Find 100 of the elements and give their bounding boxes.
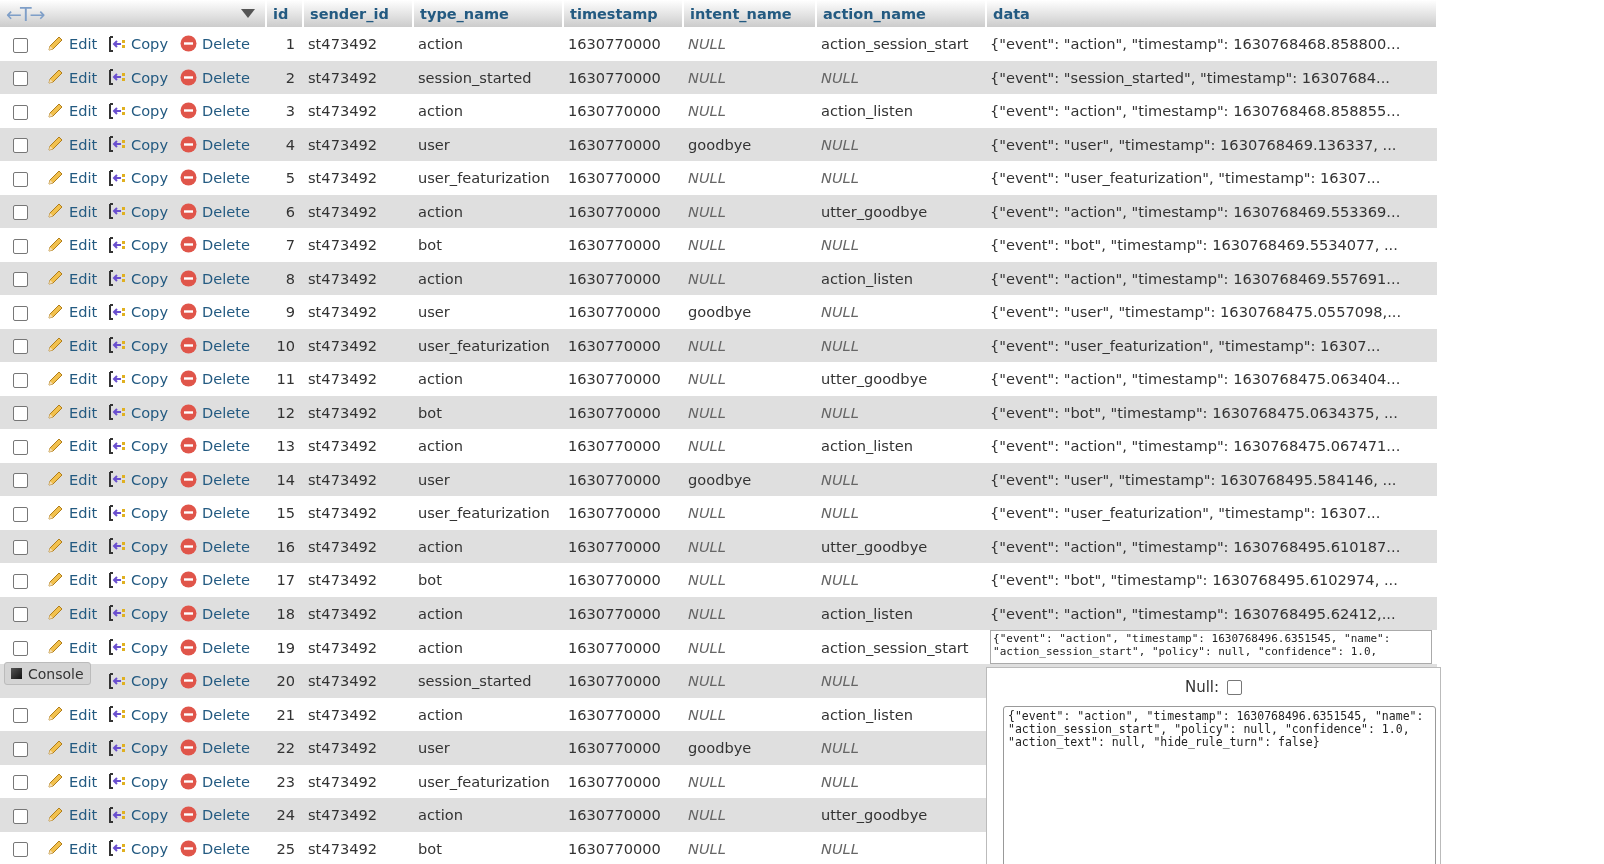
edit-link[interactable]: Edit xyxy=(69,604,98,622)
copy-icon[interactable] xyxy=(108,101,126,120)
delete-link[interactable]: Delete xyxy=(202,638,250,656)
row-checkbox[interactable] xyxy=(13,842,28,857)
delete-icon[interactable] xyxy=(180,403,197,421)
pencil-icon[interactable] xyxy=(46,839,64,858)
copy-link[interactable]: Copy xyxy=(131,672,169,690)
edit-link[interactable]: Edit xyxy=(69,403,98,421)
pencil-icon[interactable] xyxy=(46,202,64,221)
copy-icon[interactable] xyxy=(108,671,126,690)
edit-link[interactable]: Edit xyxy=(69,269,98,287)
copy-icon[interactable] xyxy=(108,34,126,53)
row-checkbox[interactable] xyxy=(13,272,28,287)
delete-icon[interactable] xyxy=(180,437,197,455)
delete-icon[interactable] xyxy=(180,169,197,187)
row-checkbox[interactable] xyxy=(13,439,28,455)
edit-link[interactable]: Edit xyxy=(69,303,98,321)
delete-link[interactable]: Delete xyxy=(202,806,250,824)
edit-link[interactable]: Edit xyxy=(69,839,98,857)
copy-link[interactable]: Copy xyxy=(131,236,169,254)
edit-link[interactable]: Edit xyxy=(69,68,98,86)
delete-icon[interactable] xyxy=(180,739,197,757)
delete-link[interactable]: Delete xyxy=(202,370,250,388)
copy-icon[interactable] xyxy=(108,269,126,288)
delete-icon[interactable] xyxy=(180,68,197,86)
edit-link[interactable]: Edit xyxy=(69,135,98,153)
pencil-icon[interactable] xyxy=(46,570,64,589)
delete-link[interactable]: Delete xyxy=(202,705,250,723)
pencil-icon[interactable] xyxy=(46,269,64,288)
row-checkbox[interactable] xyxy=(13,305,28,321)
copy-link[interactable]: Copy xyxy=(131,806,169,824)
copy-link[interactable]: Copy xyxy=(131,470,169,488)
delete-icon[interactable] xyxy=(180,269,197,287)
column-header[interactable]: data xyxy=(993,5,1030,22)
edit-link[interactable]: Edit xyxy=(69,470,98,488)
delete-link[interactable]: Delete xyxy=(202,269,250,287)
delete-icon[interactable] xyxy=(180,638,197,656)
delete-link[interactable]: Delete xyxy=(202,336,250,354)
sort-caret-icon[interactable] xyxy=(241,9,255,18)
row-checkbox[interactable] xyxy=(13,104,28,120)
copy-link[interactable]: Copy xyxy=(131,772,169,790)
pencil-icon[interactable] xyxy=(46,470,64,489)
null-checkbox[interactable] xyxy=(1227,679,1243,695)
pencil-icon[interactable] xyxy=(46,168,64,187)
delete-icon[interactable] xyxy=(180,537,197,555)
copy-icon[interactable] xyxy=(108,168,126,187)
copy-icon[interactable] xyxy=(108,369,126,388)
copy-link[interactable]: Copy xyxy=(131,303,169,321)
copy-icon[interactable] xyxy=(108,805,126,824)
delete-link[interactable]: Delete xyxy=(202,403,250,421)
delete-link[interactable]: Delete xyxy=(202,202,250,220)
row-checkbox[interactable] xyxy=(13,37,28,53)
copy-icon[interactable] xyxy=(108,537,126,556)
edit-link[interactable]: Edit xyxy=(69,35,98,53)
pencil-icon[interactable] xyxy=(46,738,64,757)
delete-link[interactable]: Delete xyxy=(202,839,250,857)
delete-link[interactable]: Delete xyxy=(202,537,250,555)
pencil-icon[interactable] xyxy=(46,436,64,455)
copy-link[interactable]: Copy xyxy=(131,370,169,388)
delete-link[interactable]: Delete xyxy=(202,604,250,622)
edit-link[interactable]: Edit xyxy=(69,638,98,656)
delete-link[interactable]: Delete xyxy=(202,169,250,187)
row-checkbox[interactable] xyxy=(13,138,28,153)
copy-link[interactable]: Copy xyxy=(131,638,169,656)
copy-icon[interactable] xyxy=(108,302,126,321)
pencil-icon[interactable] xyxy=(46,235,64,254)
copy-link[interactable]: Copy xyxy=(131,604,169,622)
delete-icon[interactable] xyxy=(180,504,197,522)
edit-link[interactable]: Edit xyxy=(69,169,98,187)
edit-link[interactable]: Edit xyxy=(69,772,98,790)
edit-link[interactable]: Edit xyxy=(69,202,98,220)
delete-icon[interactable] xyxy=(180,135,197,153)
copy-link[interactable]: Copy xyxy=(131,437,169,455)
copy-icon[interactable] xyxy=(108,638,126,656)
row-checkbox[interactable] xyxy=(13,741,28,757)
delete-icon[interactable] xyxy=(180,604,197,622)
pencil-icon[interactable] xyxy=(46,805,64,824)
pencil-icon[interactable] xyxy=(46,537,64,556)
copy-link[interactable]: Copy xyxy=(131,269,169,287)
copy-icon[interactable] xyxy=(108,436,126,455)
delete-link[interactable]: Delete xyxy=(202,68,250,86)
copy-link[interactable]: Copy xyxy=(131,202,169,220)
row-checkbox[interactable] xyxy=(13,573,28,589)
value-textarea[interactable]: {"event": "action", "timestamp": 1630768496.6351545, "name": "action_session_start", "policy": null, "confidence": 1.0, "action_text": null, "hide_rule_turn": false} xyxy=(1003,706,1436,864)
copy-icon[interactable] xyxy=(108,604,126,623)
copy-link[interactable]: Copy xyxy=(131,705,169,723)
edit-link[interactable]: Edit xyxy=(69,437,98,455)
delete-icon[interactable] xyxy=(180,102,197,120)
delete-icon[interactable] xyxy=(180,571,197,589)
delete-icon[interactable] xyxy=(180,303,197,321)
delete-icon[interactable] xyxy=(180,202,197,220)
delete-link[interactable]: Delete xyxy=(202,504,250,522)
row-checkbox[interactable] xyxy=(13,607,28,622)
edit-link[interactable]: Edit xyxy=(69,236,98,254)
copy-icon[interactable] xyxy=(108,403,126,422)
row-checkbox[interactable] xyxy=(13,238,28,254)
row-checkbox[interactable] xyxy=(13,205,28,220)
copy-link[interactable]: Copy xyxy=(131,571,169,589)
copy-icon[interactable] xyxy=(108,839,126,858)
edit-link[interactable]: Edit xyxy=(69,370,98,388)
